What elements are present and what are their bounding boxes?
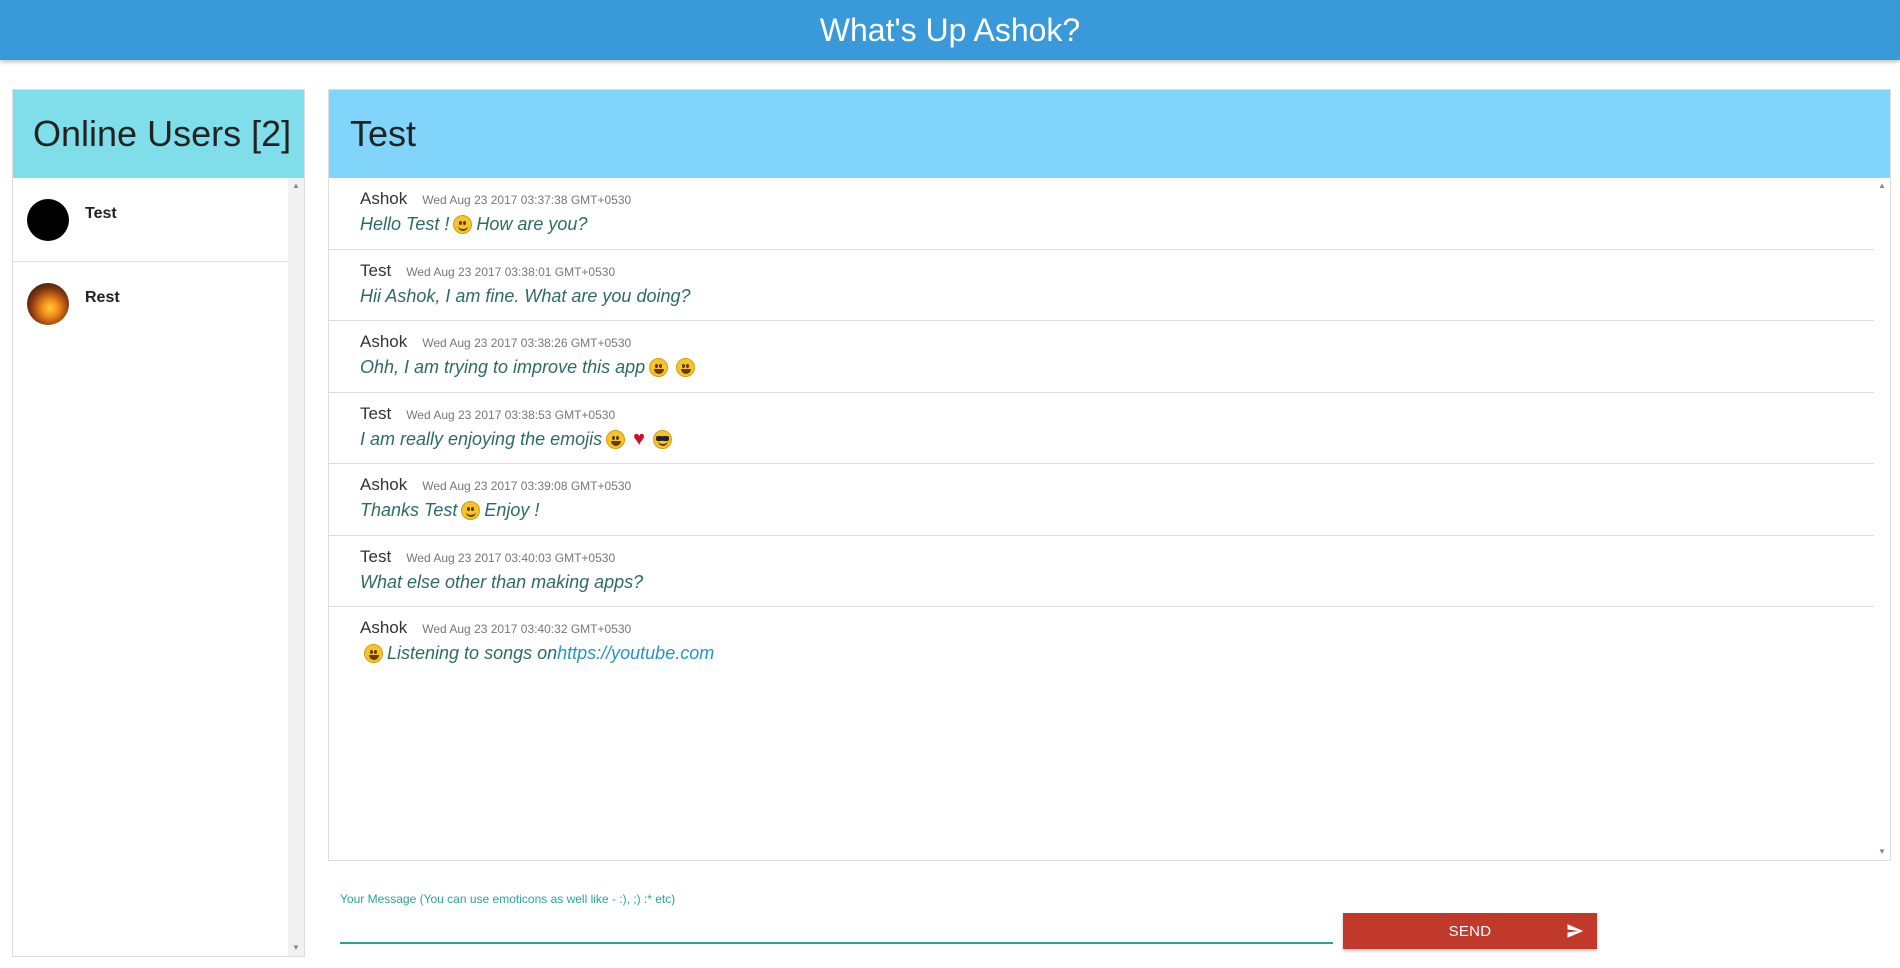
grin-emoji-icon xyxy=(606,429,626,449)
message-text: What else other than making apps? xyxy=(360,572,1874,593)
top-app-bar: What's Up Ashok? xyxy=(0,0,1900,60)
grin-emoji-icon xyxy=(364,644,383,663)
message-item: Test Wed Aug 23 2017 03:40:03 GMT+0530 Wha… xyxy=(329,536,1874,607)
sunglasses-emoji-icon xyxy=(653,429,672,449)
message-author: Ashok xyxy=(360,618,408,637)
message-text-segment: Hello Test ! xyxy=(360,214,450,234)
online-users-panel: Online Users [2] Test Rest ▲ ▼ xyxy=(12,89,305,957)
message-text-segment: Listening to songs on xyxy=(387,643,558,663)
message-meta: Ashok Wed Aug 23 2017 03:40:32 GMT+0530 xyxy=(360,618,1874,638)
user-item-rest[interactable]: Rest xyxy=(13,262,288,346)
message-text: Listening to songs on https://youtube.com xyxy=(360,643,1874,664)
user-item-test[interactable]: Test xyxy=(13,178,288,262)
online-users-list: Test Rest xyxy=(13,178,288,956)
chat-title: Test xyxy=(350,113,417,154)
users-scrollbar[interactable]: ▲ ▼ xyxy=(288,178,304,956)
send-button[interactable]: SEND xyxy=(1343,913,1597,949)
online-users-header: Online Users [2] xyxy=(13,90,304,178)
message-text-segment: Enjoy ! xyxy=(484,500,540,520)
message-meta: Test Wed Aug 23 2017 03:40:03 GMT+0530 xyxy=(360,547,1874,567)
chat-scrollbar[interactable]: ▲ ▼ xyxy=(1874,178,1890,860)
grin-emoji-icon xyxy=(676,358,696,377)
smile-emoji-icon xyxy=(461,501,481,520)
message-item: Ashok Wed Aug 23 2017 03:37:38 GMT+0530 He… xyxy=(329,178,1874,250)
message-text-segment: Hii Ashok, I am fine. What are you doing… xyxy=(360,285,691,306)
message-item: Ashok Wed Aug 23 2017 03:39:08 GMT+0530 Th… xyxy=(329,464,1874,536)
message-author: Test xyxy=(360,403,392,423)
scroll-up-arrow-icon[interactable]: ▲ xyxy=(288,178,304,194)
message-author: Test xyxy=(360,260,392,280)
message-text: I am really enjoying the emojis ♥ xyxy=(360,429,1874,450)
message-item: Ashok Wed Aug 23 2017 03:38:26 GMT+0530 Oh… xyxy=(329,321,1874,393)
message-timestamp: Wed Aug 23 2017 03:37:38 GMT+0530 xyxy=(422,193,632,207)
message-text-segment: I am really enjoying the emojis xyxy=(360,428,603,449)
message-text: Thanks Test Enjoy ! xyxy=(360,500,1874,521)
message-text-segment: Ohh, I am trying to improve this app xyxy=(360,357,646,377)
message-text-segment: How are you? xyxy=(476,214,588,234)
message-timestamp: Wed Aug 23 2017 03:40:32 GMT+0530 xyxy=(422,622,632,636)
message-timestamp: Wed Aug 23 2017 03:40:03 GMT+0530 xyxy=(406,550,616,565)
scroll-down-arrow-icon[interactable]: ▼ xyxy=(1874,844,1890,860)
chat-header: Test xyxy=(329,90,1890,178)
message-author: Ashok xyxy=(360,332,408,351)
avatar xyxy=(27,283,69,325)
message-list: Ashok Wed Aug 23 2017 03:37:38 GMT+0530 He… xyxy=(329,178,1874,860)
message-link[interactable]: https://youtube.com xyxy=(557,643,714,664)
message-input[interactable] xyxy=(340,914,1333,944)
message-meta: Ashok Wed Aug 23 2017 03:39:08 GMT+0530 xyxy=(360,475,1874,495)
chat-panel: Test Ashok Wed Aug 23 2017 03:37:38 GMT+0… xyxy=(328,89,1891,861)
message-text: Ohh, I am trying to improve this app xyxy=(360,357,1874,378)
message-text-segment: Thanks Test xyxy=(360,500,458,520)
message-timestamp: Wed Aug 23 2017 03:39:08 GMT+0530 xyxy=(422,479,632,493)
heart-emoji-icon: ♥ xyxy=(633,428,645,450)
message-item: Ashok Wed Aug 23 2017 03:40:32 GMT+0530 Li… xyxy=(329,607,1874,679)
app-title: What's Up Ashok? xyxy=(819,11,1081,48)
message-author: Test xyxy=(360,546,392,566)
message-composer: Your Message (You can use emoticons as w… xyxy=(340,892,1333,952)
message-input-label: Your Message (You can use emoticons as w… xyxy=(340,892,676,906)
smile-emoji-icon xyxy=(453,215,473,234)
message-text: Hii Ashok, I am fine. What are you doing… xyxy=(360,286,1874,307)
message-meta: Test Wed Aug 23 2017 03:38:01 GMT+0530 xyxy=(360,261,1874,281)
message-item: Test Wed Aug 23 2017 03:38:01 GMT+0530 Hii… xyxy=(329,250,1874,321)
message-meta: Ashok Wed Aug 23 2017 03:38:26 GMT+0530 xyxy=(360,332,1874,352)
message-item: Test Wed Aug 23 2017 03:38:53 GMT+0530 I a… xyxy=(329,393,1874,464)
message-meta: Ashok Wed Aug 23 2017 03:37:38 GMT+0530 xyxy=(360,189,1874,209)
user-name: Rest xyxy=(85,289,120,306)
user-name: Test xyxy=(85,205,117,222)
scroll-down-arrow-icon[interactable]: ▼ xyxy=(288,940,304,956)
avatar xyxy=(27,199,69,241)
message-meta: Test Wed Aug 23 2017 03:38:53 GMT+0530 xyxy=(360,404,1874,424)
send-button-label: SEND xyxy=(1448,922,1492,940)
message-author: Ashok xyxy=(360,189,408,208)
scroll-up-arrow-icon[interactable]: ▲ xyxy=(1874,178,1890,194)
message-timestamp: Wed Aug 23 2017 03:38:53 GMT+0530 xyxy=(406,407,616,422)
message-text: Hello Test ! How are you? xyxy=(360,214,1874,235)
grin-emoji-icon xyxy=(649,358,669,377)
message-author: Ashok xyxy=(360,475,408,494)
message-timestamp: Wed Aug 23 2017 03:38:26 GMT+0530 xyxy=(422,336,632,350)
message-text-segment: What else other than making apps? xyxy=(360,571,644,592)
message-timestamp: Wed Aug 23 2017 03:38:01 GMT+0530 xyxy=(406,264,616,279)
send-icon xyxy=(1567,924,1584,938)
online-users-title: Online Users [2] xyxy=(33,113,292,154)
